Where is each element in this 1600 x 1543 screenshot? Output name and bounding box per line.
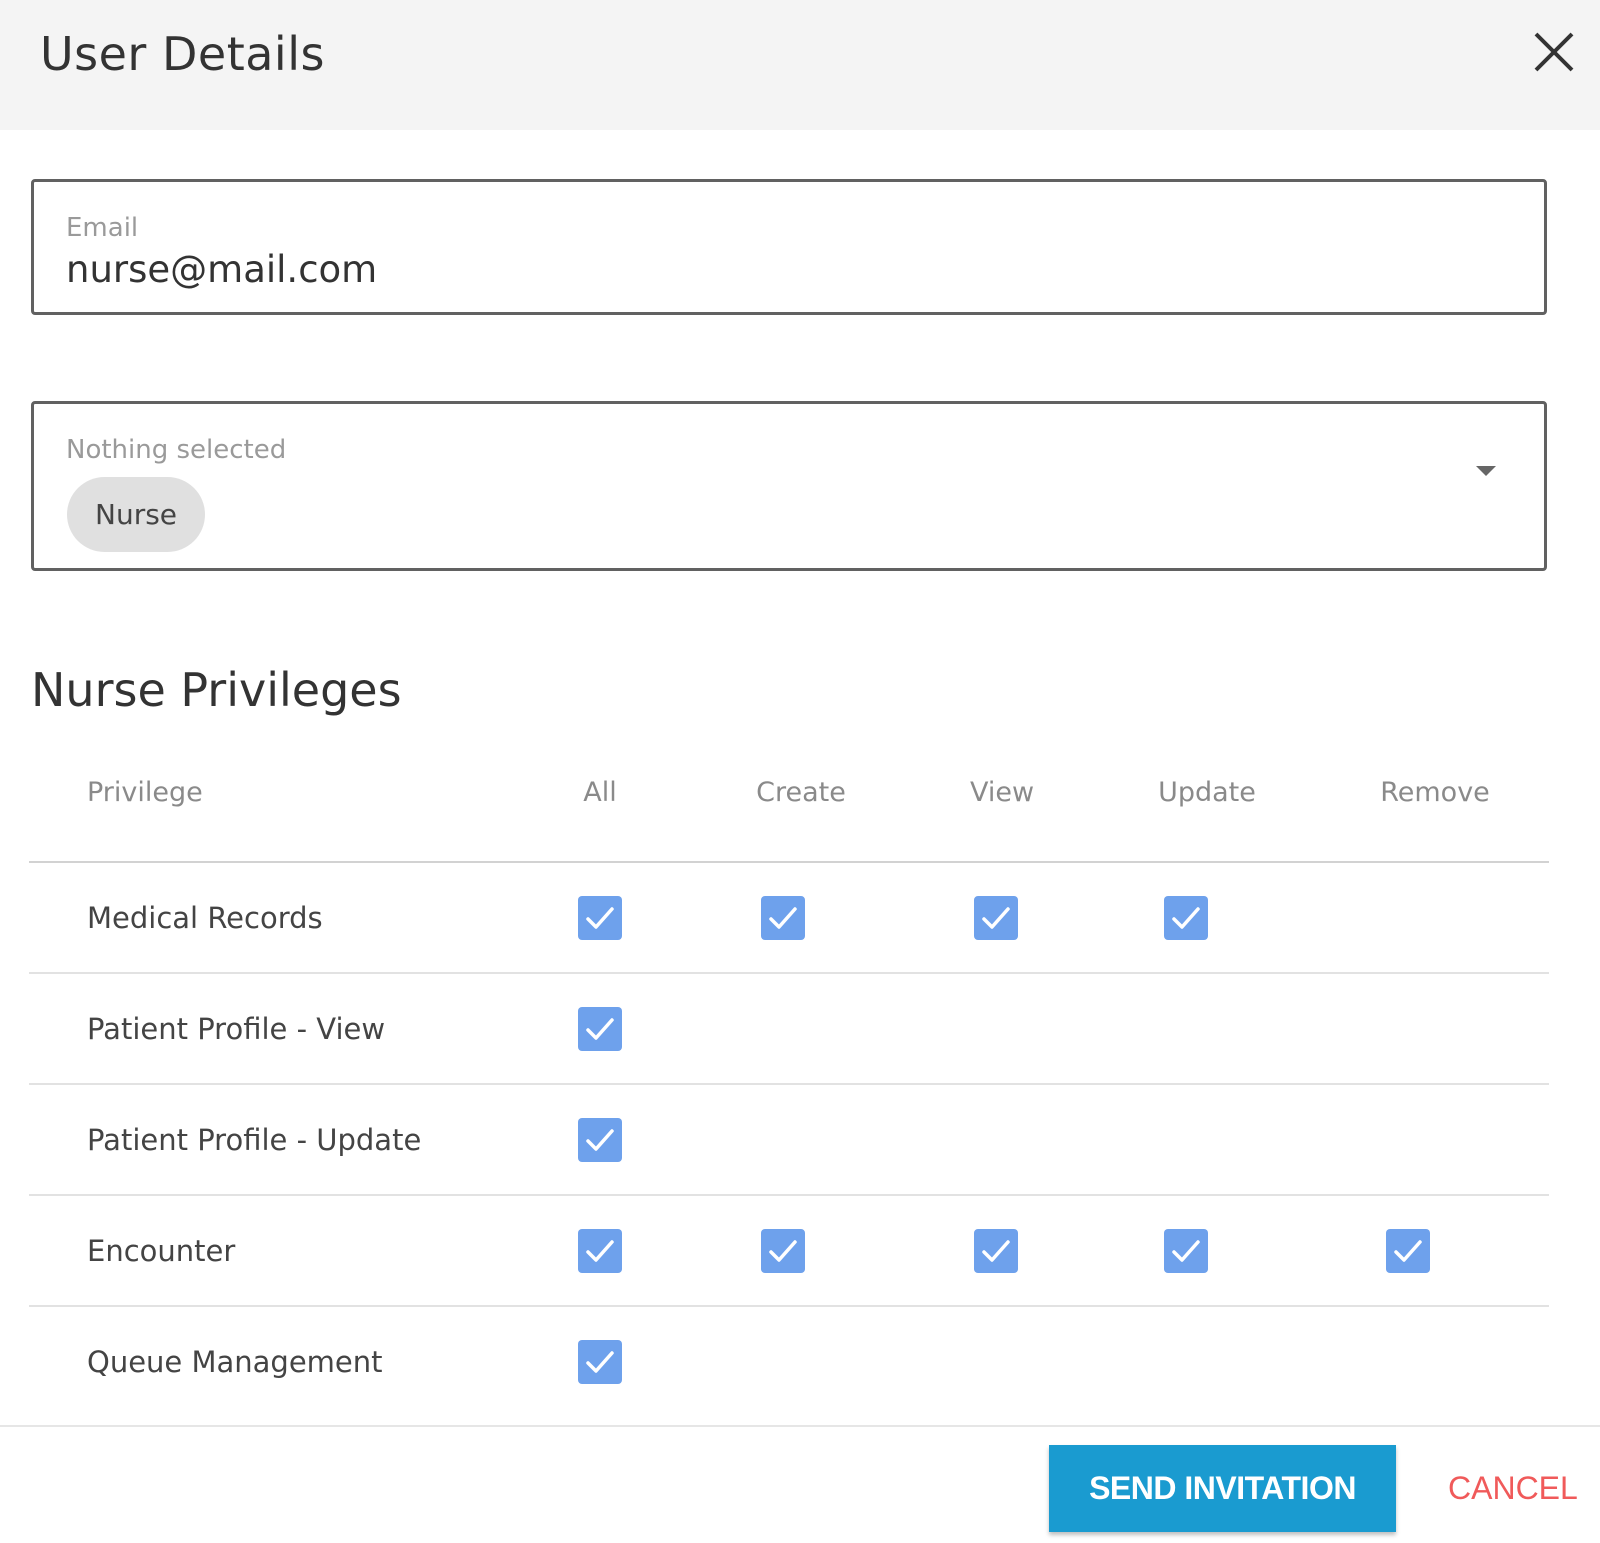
- checkbox-view[interactable]: [974, 896, 1018, 940]
- checkbox-all[interactable]: [578, 896, 622, 940]
- privilege-name: Patient Profile - Update: [87, 1123, 422, 1157]
- privilege-name: Encounter: [87, 1234, 236, 1268]
- checkmark-icon: [982, 907, 1010, 929]
- checkbox-create[interactable]: [761, 896, 805, 940]
- checkbox-create[interactable]: [761, 1229, 805, 1273]
- table-row: Patient Profile - Update: [29, 1085, 1549, 1196]
- privileges-table: Privilege All Create View Update Remove …: [29, 755, 1549, 1418]
- checkmark-icon: [769, 1240, 797, 1262]
- send-invitation-button[interactable]: SEND INVITATION: [1049, 1445, 1396, 1532]
- table-row: Medical Records: [29, 863, 1549, 974]
- column-header-update: Update: [1158, 777, 1256, 808]
- email-input[interactable]: nurse@mail.com: [66, 246, 377, 294]
- checkbox-all[interactable]: [578, 1340, 622, 1384]
- checkbox-all[interactable]: [578, 1118, 622, 1162]
- footer-divider: [0, 1425, 1600, 1427]
- checkbox-update[interactable]: [1164, 896, 1208, 940]
- checkmark-icon: [586, 1351, 614, 1373]
- checkmark-icon: [1394, 1240, 1422, 1262]
- checkmark-icon: [982, 1240, 1010, 1262]
- column-header-all: All: [583, 777, 617, 808]
- privilege-name: Medical Records: [87, 901, 323, 935]
- privilege-name: Patient Profile - View: [87, 1012, 386, 1046]
- checkmark-icon: [769, 907, 797, 929]
- checkbox-remove[interactable]: [1386, 1229, 1430, 1273]
- cancel-button[interactable]: CANCEL: [1448, 1462, 1578, 1514]
- column-header-view: View: [969, 777, 1035, 808]
- email-label: Email: [66, 213, 139, 243]
- checkmark-icon: [1172, 907, 1200, 929]
- role-placeholder: Nothing selected: [66, 435, 287, 465]
- column-header-remove: Remove: [1380, 777, 1490, 808]
- user-details-dialog: User Details Email nurse@mail.com Nothin…: [0, 0, 1600, 1543]
- email-field[interactable]: Email nurse@mail.com: [31, 179, 1547, 315]
- checkmark-icon: [586, 1129, 614, 1151]
- table-row: Queue Management: [29, 1307, 1549, 1418]
- table-row: Encounter: [29, 1196, 1549, 1307]
- column-header-create: Create: [756, 777, 846, 808]
- close-icon: [1534, 32, 1574, 72]
- privilege-name: Queue Management: [87, 1345, 383, 1379]
- table-body: Medical Records Patient Profile - View Pat…: [29, 863, 1549, 1418]
- column-header-privilege: Privilege: [87, 777, 203, 808]
- table-row: Patient Profile - View: [29, 974, 1549, 1085]
- checkbox-update[interactable]: [1164, 1229, 1208, 1273]
- chevron-down-icon[interactable]: [1476, 466, 1496, 476]
- role-select[interactable]: Nothing selected Nurse: [31, 401, 1547, 571]
- checkbox-view[interactable]: [974, 1229, 1018, 1273]
- dialog-title: User Details: [40, 27, 325, 81]
- checkmark-icon: [586, 907, 614, 929]
- privileges-title: Nurse Privileges: [31, 663, 402, 717]
- checkbox-all[interactable]: [578, 1229, 622, 1273]
- checkmark-icon: [1172, 1240, 1200, 1262]
- close-button[interactable]: [1530, 28, 1578, 76]
- table-header: Privilege All Create View Update Remove: [29, 755, 1549, 863]
- checkbox-all[interactable]: [578, 1007, 622, 1051]
- role-chip[interactable]: Nurse: [67, 477, 206, 552]
- checkmark-icon: [586, 1240, 614, 1262]
- dialog-header: User Details: [0, 0, 1600, 130]
- checkmark-icon: [586, 1018, 614, 1040]
